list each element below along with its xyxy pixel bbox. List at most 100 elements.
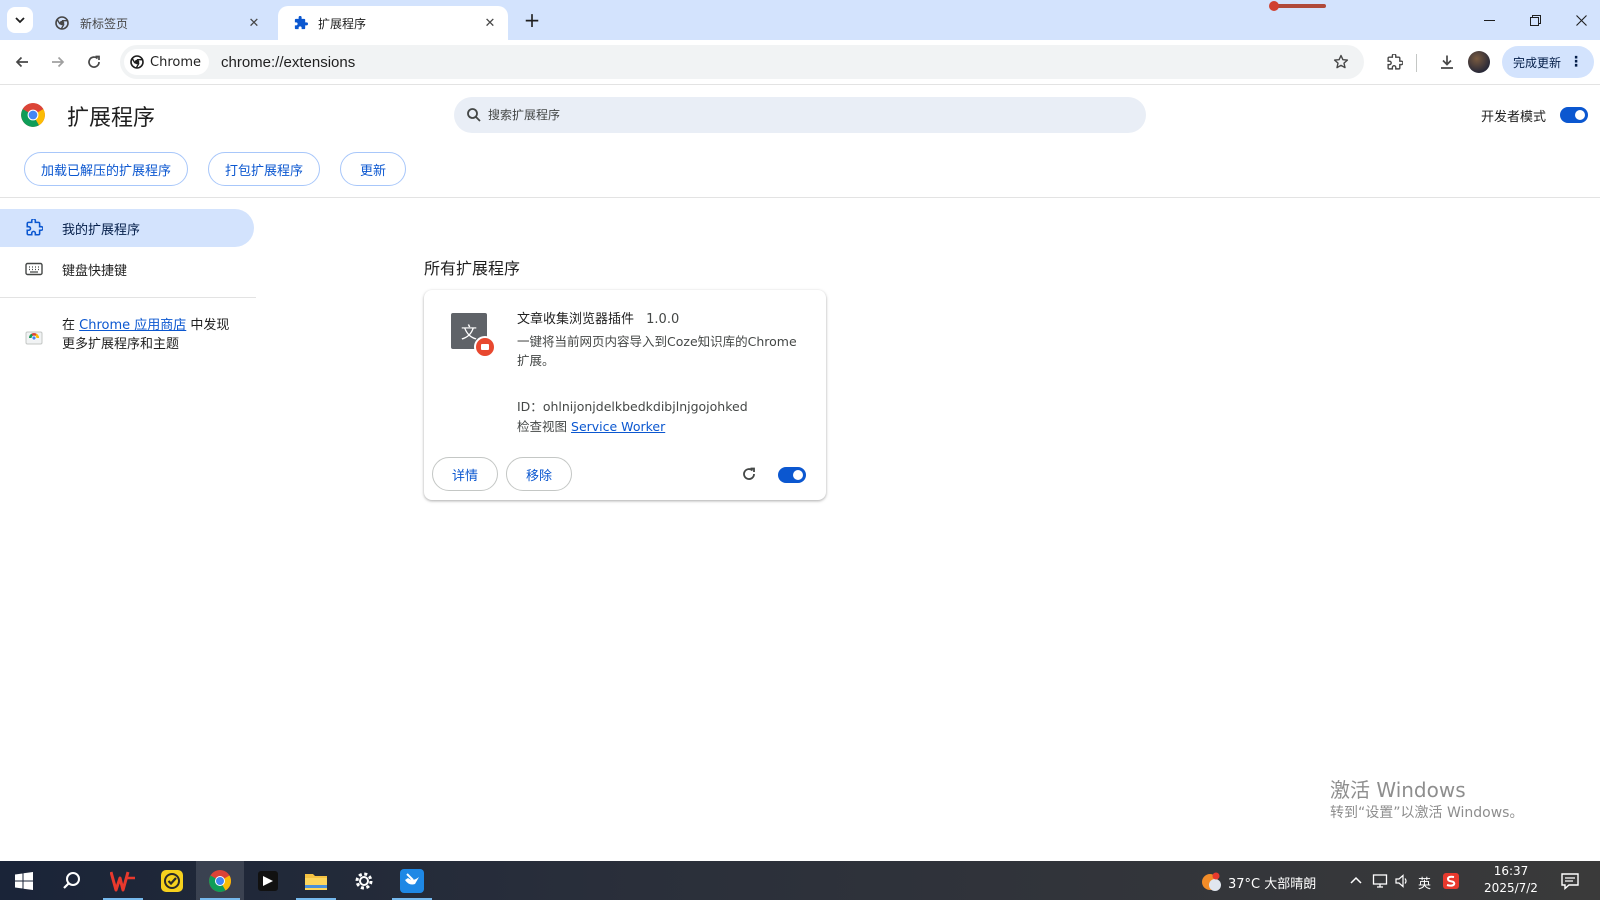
arrow-right-icon bbox=[52, 56, 65, 68]
puzzle-piece-icon bbox=[1386, 53, 1403, 70]
bookmark-star-button[interactable] bbox=[1330, 51, 1352, 73]
update-extensions-button[interactable]: 更新 bbox=[340, 152, 406, 186]
search-extensions-box[interactable] bbox=[454, 97, 1146, 133]
webstore-link[interactable]: Chrome 应用商店 bbox=[79, 318, 186, 333]
arrow-left-icon bbox=[15, 56, 28, 68]
minimize-button[interactable] bbox=[1466, 0, 1512, 40]
download-icon bbox=[1441, 55, 1453, 69]
site-info-label: Chrome bbox=[150, 54, 201, 70]
forward-button[interactable] bbox=[44, 48, 72, 76]
extensions-menu-button[interactable] bbox=[1380, 48, 1408, 76]
activation-watermark-title: 激活 Windows bbox=[1330, 778, 1466, 802]
chrome-icon bbox=[130, 55, 144, 69]
star-icon bbox=[1333, 54, 1349, 69]
start-button[interactable] bbox=[0, 861, 48, 900]
network-icon[interactable] bbox=[1372, 873, 1388, 889]
decorative-slider bbox=[1269, 1, 1326, 11]
sidebar-divider bbox=[0, 297, 256, 298]
feishu-icon bbox=[400, 868, 424, 893]
tab-search-button[interactable] bbox=[7, 7, 33, 33]
back-button[interactable] bbox=[8, 48, 36, 76]
settings-app[interactable] bbox=[340, 861, 388, 900]
extension-id: ID：ohlnijonjdelkbedkdibjlnjgojohked bbox=[517, 396, 748, 415]
chevron-down-icon bbox=[15, 17, 25, 24]
extension-name-text: 文章收集浏览器插件 bbox=[517, 312, 635, 327]
downloads-button[interactable] bbox=[1433, 48, 1461, 76]
url-text[interactable]: chrome://extensions bbox=[221, 54, 355, 71]
search-input[interactable] bbox=[488, 108, 1088, 122]
sidebar-item-label: 键盘快捷键 bbox=[62, 263, 128, 279]
camera-badge-icon bbox=[474, 336, 496, 358]
search-icon bbox=[63, 871, 80, 889]
tab-title: 扩展程序 bbox=[318, 16, 367, 31]
weather-icon bbox=[1202, 872, 1221, 891]
sogou-ime-icon[interactable] bbox=[1442, 872, 1460, 890]
profile-avatar[interactable] bbox=[1468, 51, 1490, 73]
feishu-app[interactable] bbox=[388, 861, 436, 900]
windows-logo-icon bbox=[15, 871, 33, 890]
keyboard-icon bbox=[24, 259, 44, 279]
activation-watermark-subtitle: 转到“设置”以激活 Windows。 bbox=[1330, 805, 1524, 821]
update-label: 完成更新 bbox=[1512, 55, 1561, 70]
chrome-app[interactable] bbox=[196, 861, 244, 900]
load-unpacked-button[interactable]: 加载已解压的扩展程序 bbox=[24, 152, 188, 186]
remove-button[interactable]: 移除 bbox=[506, 457, 572, 491]
chrome-webstore-icon bbox=[25, 331, 43, 345]
chrome-favicon-icon bbox=[54, 15, 70, 31]
webstore-promo: 在 Chrome 应用商店 中发现更多扩展程序和主题 bbox=[24, 316, 244, 354]
pack-extension-button[interactable]: 打包扩展程序 bbox=[208, 152, 320, 186]
developer-mode-label: 开发者模式 bbox=[1481, 110, 1547, 125]
extension-id-value: ohlnijonjdelkbedkdibjlnjgojohked bbox=[542, 399, 748, 414]
extension-name: 文章收集浏览器插件 1.0.0 bbox=[517, 308, 679, 327]
tab-strip: 新标签页 ✕ 扩展程序 ✕ + bbox=[0, 0, 1600, 40]
tab-extensions[interactable]: 扩展程序 ✕ bbox=[278, 6, 508, 40]
service-worker-link[interactable]: Service Worker bbox=[571, 419, 665, 434]
gear-icon bbox=[355, 872, 373, 889]
extension-description: 一键将当前网页内容导入到Coze知识库的Chrome扩展。 bbox=[517, 334, 797, 368]
ime-indicator[interactable]: 英 bbox=[1418, 873, 1431, 892]
tab-close-icon[interactable]: ✕ bbox=[482, 15, 498, 31]
kebab-menu-icon: ⋮ bbox=[1569, 54, 1583, 70]
weather-text[interactable]: 37°C 大部晴朗 bbox=[1228, 873, 1316, 892]
cursor-app[interactable] bbox=[244, 861, 292, 900]
address-bar[interactable]: Chrome chrome://extensions bbox=[120, 45, 1364, 79]
tab-new-tab[interactable]: 新标签页 ✕ bbox=[40, 6, 272, 40]
extension-card: 文 文章收集浏览器插件 1.0.0 一键将当前网页内容导入到Coze知识库的Ch… bbox=[424, 290, 826, 500]
close-window-button[interactable] bbox=[1558, 0, 1600, 40]
search-icon bbox=[467, 108, 481, 122]
tab-close-icon[interactable]: ✕ bbox=[246, 15, 262, 31]
chevron-up-icon[interactable] bbox=[1350, 875, 1362, 885]
site-info-chip[interactable]: Chrome bbox=[124, 49, 209, 75]
restore-button[interactable] bbox=[1512, 0, 1558, 40]
volume-icon[interactable] bbox=[1394, 873, 1410, 889]
sidebar-item-my-extensions[interactable]: 我的扩展程序 bbox=[0, 209, 254, 247]
chrome-logo-icon bbox=[21, 103, 45, 127]
todo-app[interactable] bbox=[148, 861, 196, 900]
file-explorer-app[interactable] bbox=[292, 861, 340, 900]
page-title: 扩展程序 bbox=[67, 106, 156, 131]
details-button[interactable]: 详情 bbox=[432, 457, 498, 491]
system-clock[interactable]: 16:37 2025/7/2 bbox=[1474, 863, 1548, 897]
reload-button[interactable] bbox=[80, 48, 108, 76]
new-tab-button[interactable]: + bbox=[520, 8, 544, 32]
extension-version: 1.0.0 bbox=[646, 312, 680, 327]
extension-icon bbox=[24, 218, 44, 238]
developer-mode-toggle[interactable] bbox=[1560, 107, 1588, 123]
notification-icon[interactable] bbox=[1560, 871, 1580, 891]
toolbar-divider bbox=[1416, 54, 1417, 72]
tab-title: 新标签页 bbox=[80, 16, 129, 31]
inspect-views-label: 检查视图 bbox=[517, 419, 568, 434]
terminal-app-icon bbox=[258, 870, 278, 891]
windows-taskbar: 37°C 大部晴朗 英 16:37 2025/7/2 bbox=[0, 861, 1600, 900]
wps-app[interactable] bbox=[99, 861, 147, 900]
inspect-views: 检查视图 Service Worker bbox=[517, 416, 665, 435]
reload-icon bbox=[88, 55, 100, 68]
extension-enable-toggle[interactable] bbox=[778, 467, 806, 483]
reload-extension-button[interactable] bbox=[740, 465, 758, 483]
sidebar-item-keyboard-shortcuts[interactable]: 键盘快捷键 bbox=[0, 250, 254, 288]
folder-icon bbox=[305, 873, 327, 890]
finish-update-button[interactable]: 完成更新 ⋮ bbox=[1502, 46, 1594, 78]
search-taskbar-button[interactable] bbox=[48, 861, 96, 900]
sidebar-item-label: 我的扩展程序 bbox=[62, 222, 141, 238]
clock-date: 2025/7/2 bbox=[1484, 881, 1538, 895]
